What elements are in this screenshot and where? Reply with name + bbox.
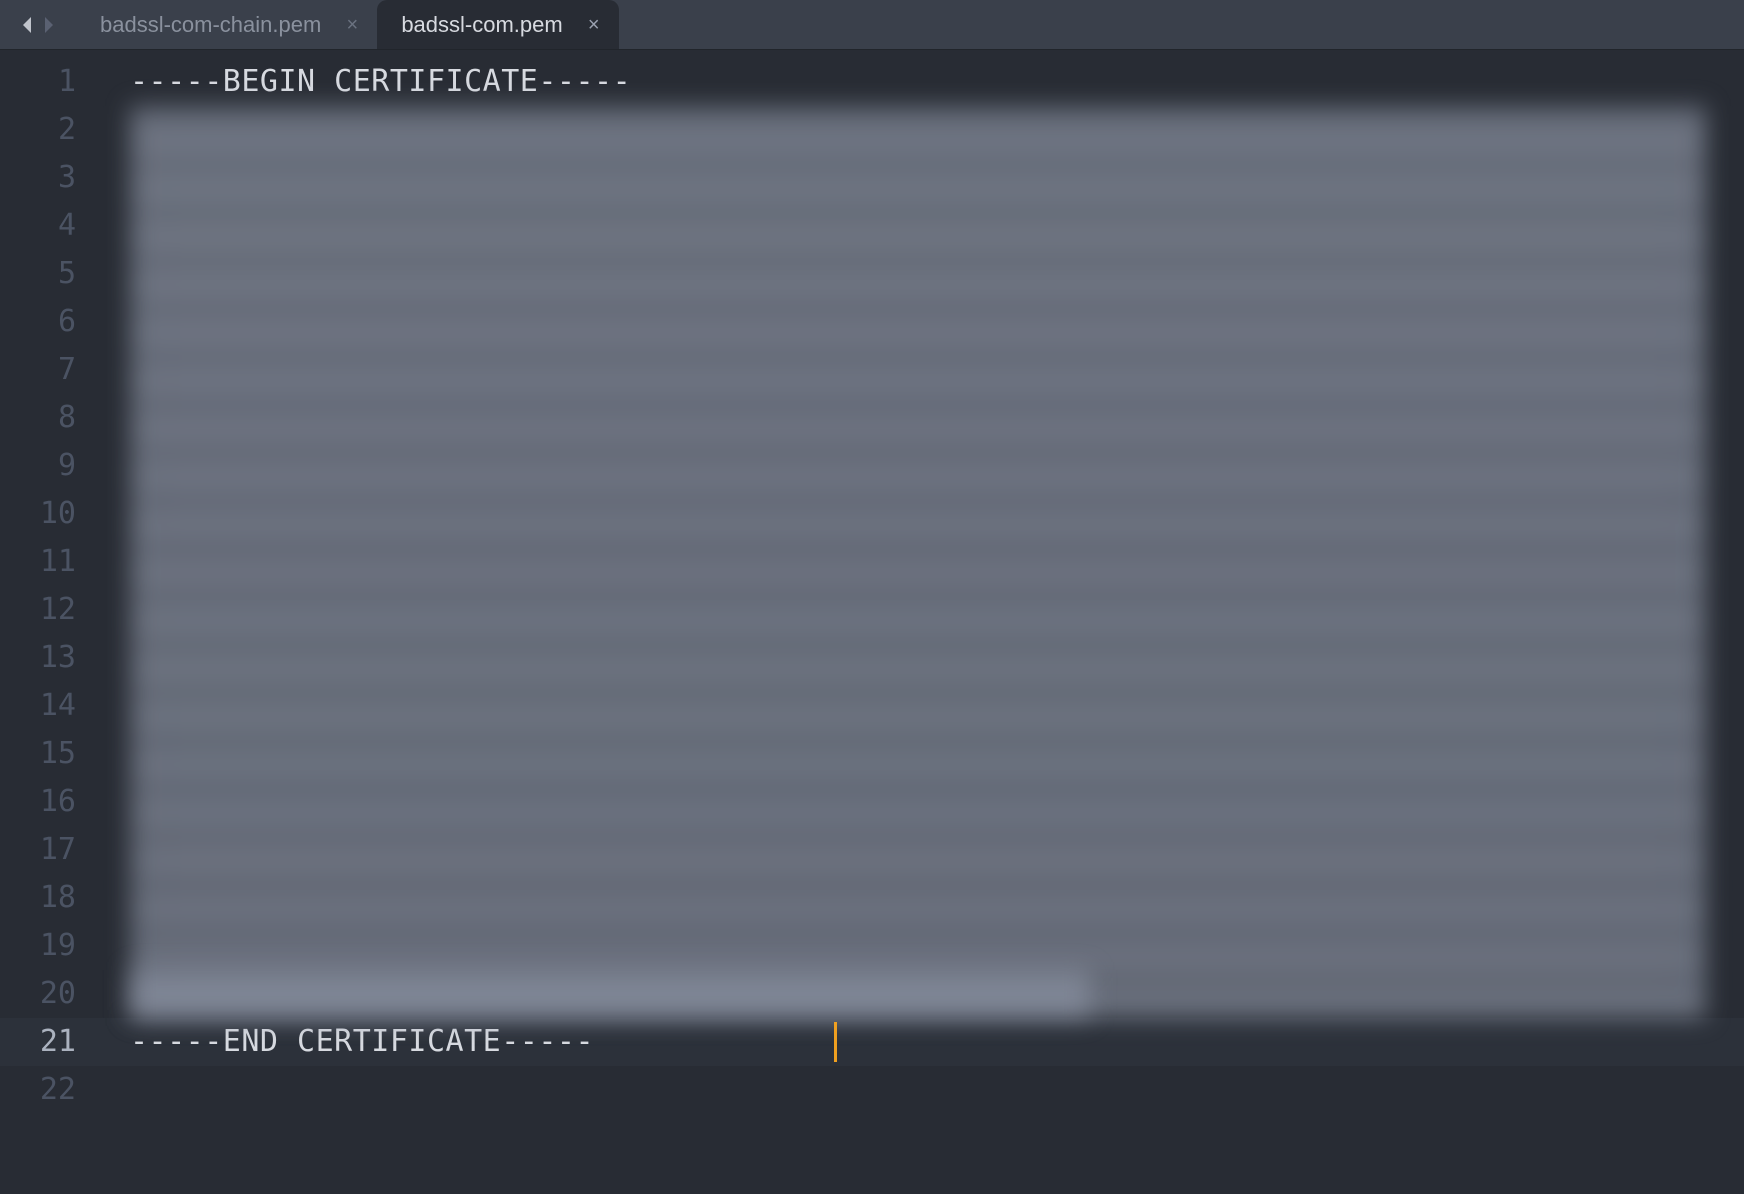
tab-active[interactable]: badssl-com.pem ×	[377, 0, 618, 49]
nav-back-button[interactable]	[20, 17, 36, 33]
close-icon[interactable]: ×	[585, 16, 603, 34]
line-number: 12	[0, 586, 76, 634]
line-number: 19	[0, 922, 76, 970]
line-number: 8	[0, 394, 76, 442]
obscured-content-tail	[130, 970, 1090, 1018]
line-number: 21	[0, 1018, 100, 1066]
line-number: 22	[0, 1066, 76, 1114]
line-number: 14	[0, 682, 76, 730]
chevron-left-icon	[22, 17, 34, 33]
line-number: 10	[0, 490, 76, 538]
line-number: 7	[0, 346, 76, 394]
nav-arrows	[20, 17, 56, 33]
tab-label: badssl-com.pem	[401, 12, 562, 38]
line-number: 2	[0, 106, 76, 154]
line-number: 6	[0, 298, 76, 346]
close-icon[interactable]: ×	[343, 16, 361, 34]
line-number: 3	[0, 154, 76, 202]
code-line[interactable]: -----BEGIN CERTIFICATE-----	[130, 58, 1744, 106]
nav-forward-button[interactable]	[40, 17, 56, 33]
editor[interactable]: 12345678910111213141516171819202122 ----…	[0, 50, 1744, 1194]
line-number: 1	[0, 58, 76, 106]
line-number: 17	[0, 826, 76, 874]
line-number: 11	[0, 538, 76, 586]
code-line[interactable]: -----END CERTIFICATE-----	[100, 1018, 1744, 1066]
line-number: 20	[0, 970, 76, 1018]
line-number: 4	[0, 202, 76, 250]
line-number: 13	[0, 634, 76, 682]
tab-inactive[interactable]: badssl-com-chain.pem ×	[76, 0, 377, 49]
tab-bar: badssl-com-chain.pem × badssl-com.pem ×	[76, 0, 619, 49]
chevron-right-icon	[42, 17, 54, 33]
line-number: 9	[0, 442, 76, 490]
text-cursor	[834, 1022, 837, 1062]
gutter: 12345678910111213141516171819202122	[0, 50, 100, 1194]
tab-label: badssl-com-chain.pem	[100, 12, 321, 38]
code-line[interactable]	[130, 1066, 1744, 1114]
titlebar: badssl-com-chain.pem × badssl-com.pem ×	[0, 0, 1744, 50]
line-number: 18	[0, 874, 76, 922]
line-number: 16	[0, 778, 76, 826]
obscured-content	[130, 106, 1706, 1018]
line-number: 15	[0, 730, 76, 778]
line-number: 5	[0, 250, 76, 298]
code-area[interactable]: -----BEGIN CERTIFICATE----- -----END CERT…	[100, 50, 1744, 1194]
